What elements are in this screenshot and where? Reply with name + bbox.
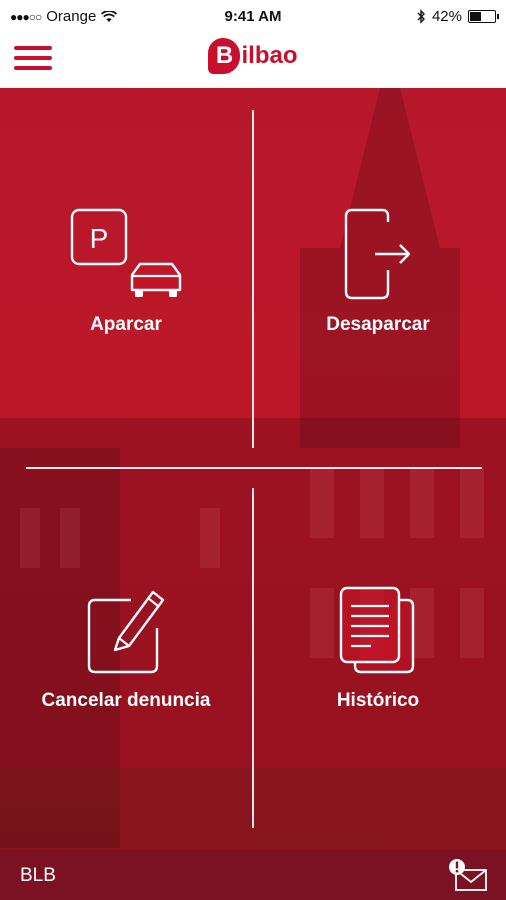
- status-bar: ●●●○○ Orange 9:41 AM 42%: [0, 0, 506, 34]
- phone-exit-icon: [344, 208, 411, 300]
- battery-percent: 42%: [431, 8, 462, 25]
- tile-aparcar[interactable]: P Aparcar: [0, 208, 252, 336]
- divider-horizontal: [26, 467, 482, 469]
- tile-desaparcar[interactable]: Desaparcar: [252, 208, 504, 336]
- documents-icon: [339, 586, 415, 674]
- mail-alert-icon[interactable]: [448, 858, 488, 892]
- status-right: 42%: [417, 8, 499, 25]
- tile-label: Desaparcar: [326, 314, 430, 335]
- tile-label: Cancelar denuncia: [41, 690, 211, 711]
- edit-pencil-icon: [87, 590, 165, 674]
- parking-car-icon: P: [70, 208, 182, 297]
- bluetooth-icon: [417, 9, 425, 24]
- logo-initial: B: [208, 38, 241, 74]
- battery-fill: [470, 12, 481, 21]
- tile-cancelar-denuncia[interactable]: Cancelar denuncia: [0, 586, 252, 712]
- tile-historico[interactable]: Histórico: [252, 586, 504, 712]
- svg-text:P: P: [90, 223, 109, 254]
- main-menu: P Aparcar Desaparcar Cancelar denuncia H…: [0, 88, 506, 850]
- app-header: B ilbao: [0, 34, 506, 88]
- bilbao-logo: B ilbao: [0, 38, 506, 74]
- footer-label: BLB: [20, 865, 56, 886]
- footer-bar: BLB: [0, 850, 506, 900]
- logo-text: ilbao: [241, 42, 298, 69]
- tile-label: Aparcar: [90, 314, 162, 335]
- tile-label: Histórico: [336, 690, 420, 711]
- battery-icon: [468, 10, 499, 23]
